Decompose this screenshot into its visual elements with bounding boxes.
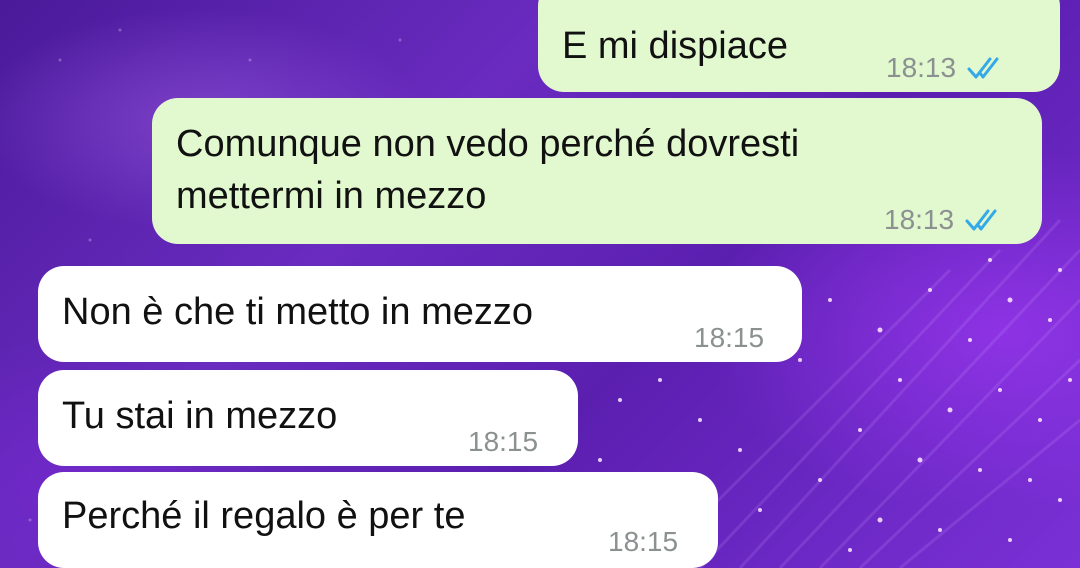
message-bubble-incoming[interactable]: Tu stai in mezzo 18:15 xyxy=(38,370,578,466)
message-meta: 18:13 xyxy=(886,42,1006,94)
double-check-read-icon xyxy=(964,207,1004,233)
message-time: 18:15 xyxy=(608,526,679,557)
message-text-line-1: Comunque non vedo perché dovresti xyxy=(176,123,800,165)
message-time: 18:15 xyxy=(694,322,765,353)
message-text: Tu stai in mezzo xyxy=(62,395,338,437)
message-meta: 18:15 xyxy=(608,516,678,568)
message-meta: 18:15 xyxy=(694,312,764,364)
message-text-line-2: mettermi in mezzo xyxy=(176,175,487,217)
message-meta: 18:15 xyxy=(468,416,538,468)
message-text: Perché il regalo è per te xyxy=(62,495,466,537)
message-bubble-outgoing[interactable]: E mi dispiace 18:13 xyxy=(538,0,1060,92)
message-bubble-incoming[interactable]: Non è che ti metto in mezzo 18:15 xyxy=(38,266,802,362)
message-bubble-outgoing[interactable]: Comunque non vedo perché dovresti metter… xyxy=(152,98,1042,244)
message-time: 18:13 xyxy=(886,52,957,83)
message-time: 18:15 xyxy=(468,426,539,457)
double-check-read-icon xyxy=(966,55,1006,81)
message-text: E mi dispiace xyxy=(562,25,788,67)
message-bubble-incoming[interactable]: Perché il regalo è per te 18:15 xyxy=(38,472,718,568)
message-text: Non è che ti metto in mezzo xyxy=(62,291,533,333)
message-meta: 18:13 xyxy=(884,194,1004,246)
message-time: 18:13 xyxy=(884,204,955,235)
